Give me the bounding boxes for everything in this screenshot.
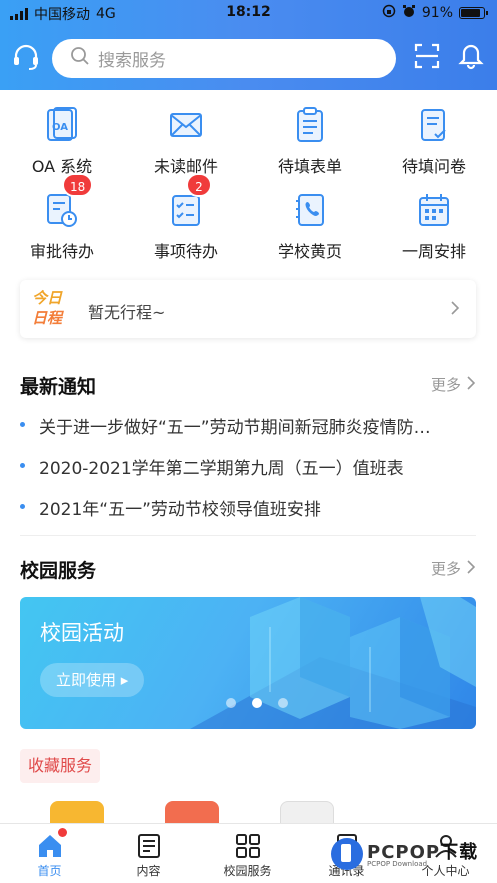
todo-badge: 2: [186, 173, 212, 197]
banner-use-now-button[interactable]: 立即使用 ▸: [40, 663, 145, 697]
bell-icon[interactable]: [457, 42, 487, 72]
watermark-suffix: 下载: [440, 842, 479, 863]
notices-title: 最新通知: [20, 376, 97, 398]
battery-percent: 91%: [421, 5, 453, 21]
campus-services-more-link[interactable]: 更多: [430, 558, 476, 579]
today-schedule-tag: 今日 日程: [32, 288, 74, 328]
search-placeholder: 搜索服务: [98, 51, 166, 71]
watermark-sub: PCPOP Download: [367, 860, 428, 868]
notices-more-link[interactable]: 更多: [430, 374, 476, 395]
grid-label: 学校黄页: [277, 242, 342, 261]
today-schedule-card[interactable]: 今日 日程 暂无行程~: [20, 280, 476, 338]
grid-label: 一周安排: [401, 242, 466, 261]
today-schedule-text: 暂无行程~: [88, 303, 166, 322]
pcpop-watermark: PCPOP下载 PCPOP Download: [327, 830, 487, 880]
carousel-dot-active[interactable]: [252, 698, 262, 708]
status-bar: 中国移动 4G 18:12 91%: [0, 0, 497, 26]
grid-label: 待填表单: [277, 157, 342, 176]
grid-item-approval[interactable]: 18 审批待办: [0, 173, 124, 265]
grid-item-oa[interactable]: OA OA 系统: [0, 100, 124, 180]
phonebook-icon: [292, 191, 328, 229]
calendar-icon: [416, 191, 452, 229]
form-icon: [292, 106, 328, 144]
banner-title: 校园活动: [40, 621, 124, 645]
grid-label: 待填问卷: [401, 157, 466, 176]
svg-text:OA: OA: [52, 122, 68, 133]
grid-icon: [234, 832, 262, 860]
headset-icon[interactable]: [11, 42, 41, 72]
alarm-icon: [402, 4, 416, 22]
divider: [20, 535, 476, 536]
notification-dot: [58, 828, 67, 837]
scan-icon[interactable]: [413, 42, 443, 72]
notice-item[interactable]: 关于进一步做好“五一”劳动节期间新冠肺炎疫情防…: [20, 413, 476, 438]
notice-item[interactable]: 2020-2021学年第二学期第九周（五一）值班表: [20, 454, 476, 479]
tab-campus-services[interactable]: 校园服务: [198, 824, 297, 883]
lock-rotation-icon: [382, 4, 396, 22]
tag-line-1: 今日: [32, 289, 63, 307]
campus-services-title: 校园服务: [20, 560, 97, 582]
grid-item-form[interactable]: 待填表单: [248, 100, 372, 180]
tab-home[interactable]: 首页: [0, 824, 99, 883]
tab-label: 校园服务: [223, 864, 272, 878]
search-bar[interactable]: 搜索服务: [52, 39, 396, 78]
app-header: 中国移动 4G 18:12 91% 搜索服务: [0, 0, 497, 90]
chevron-right-icon: [467, 375, 476, 394]
grid-item-todo[interactable]: 2 事项待办: [124, 173, 248, 265]
grid-item-mail[interactable]: 未读邮件: [124, 100, 248, 180]
notice-item[interactable]: 2021年“五一”劳动节校领导值班安排: [20, 495, 476, 520]
approval-badge: 18: [62, 173, 94, 197]
grid-item-survey[interactable]: 待填问卷: [372, 100, 496, 180]
carousel-dot[interactable]: [226, 698, 236, 708]
grid-label: OA 系统: [31, 157, 93, 176]
pcpop-logo-icon: [331, 838, 363, 870]
more-label: 更多: [430, 376, 461, 394]
carousel-dot[interactable]: [278, 698, 288, 708]
grid-label: 事项待办: [153, 242, 218, 261]
battery-icon: [459, 7, 488, 19]
mail-icon: [168, 106, 204, 144]
tab-content[interactable]: 内容: [99, 824, 198, 883]
content-icon: [135, 832, 163, 860]
grid-item-calendar[interactable]: 一周安排: [372, 185, 496, 265]
chevron-right-icon: [467, 559, 476, 578]
chevron-right-icon: [450, 300, 460, 320]
grid-label: 审批待办: [29, 242, 94, 261]
tab-label: 内容: [136, 864, 161, 878]
tag-line-2: 日程: [32, 309, 63, 327]
search-icon: [70, 46, 90, 71]
more-label: 更多: [430, 560, 461, 578]
survey-icon: [416, 106, 452, 144]
favorites-label: 收藏服务: [20, 749, 101, 783]
grid-item-phonebook[interactable]: 学校黄页: [248, 185, 372, 265]
campus-activity-banner[interactable]: 校园活动 立即使用 ▸: [20, 597, 476, 729]
grid-label: 未读邮件: [153, 157, 218, 176]
tab-label: 首页: [37, 864, 62, 878]
carousel-indicator: [226, 698, 288, 708]
oa-icon: OA: [44, 106, 80, 144]
